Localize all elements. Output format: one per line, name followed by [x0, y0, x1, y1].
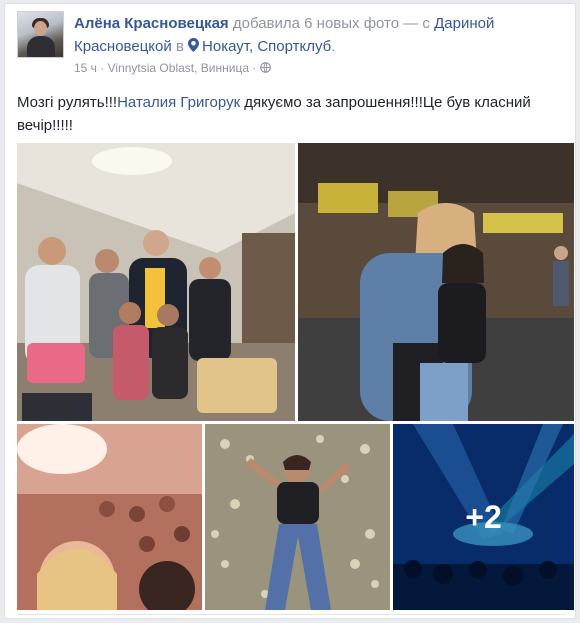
globe-icon[interactable] — [259, 62, 271, 73]
more-photos-count: +2 — [465, 498, 502, 535]
action-text: добавила 6 новых фото — с — [228, 15, 435, 32]
period-text: . — [331, 38, 336, 55]
at-text: в — [171, 38, 189, 55]
timestamp-link[interactable]: 15 ч — [74, 61, 97, 75]
photo-4[interactable] — [205, 424, 390, 610]
photo-1-image — [17, 143, 295, 421]
photo-2[interactable] — [298, 143, 574, 421]
avatar-shirt — [27, 36, 55, 57]
post-meta: 15 ч · Vinnytsia Oblast, Винница · — [74, 60, 271, 76]
more-photos-overlay[interactable]: +2 — [393, 424, 574, 610]
meta-separator: · — [100, 61, 105, 75]
meta-separator-2: · — [252, 61, 257, 75]
location-pin-icon — [188, 38, 200, 52]
mention-link[interactable]: Наталия Григорук — [117, 94, 240, 111]
author-avatar[interactable] — [17, 11, 64, 58]
photo-1[interactable] — [17, 143, 295, 421]
photo-5-more[interactable]: +2 — [393, 424, 574, 610]
post-header: Алёна Красновецкая добавила 6 новых фото… — [74, 12, 554, 58]
place-label: Нокаут, Спортклуб — [202, 38, 332, 55]
photo-2-image — [298, 143, 574, 421]
photo-4-image — [205, 424, 390, 610]
post-body: Мозгі рулять!!!Наталия Григорук дякуємо … — [17, 91, 565, 137]
divider — [17, 614, 565, 615]
location-link[interactable]: Vinnytsia Oblast, Винница — [108, 61, 249, 75]
photo-3-image — [17, 424, 202, 610]
avatar-face — [34, 21, 47, 36]
photo-3[interactable] — [17, 424, 202, 610]
place-link[interactable]: Нокаут, Спортклуб — [188, 38, 331, 55]
post-card: Алёна Красновецкая добавила 6 новых фото… — [4, 3, 576, 619]
author-link[interactable]: Алёна Красновецкая — [74, 15, 229, 32]
post-text-part1: Мозгі рулять!!! — [17, 94, 118, 111]
